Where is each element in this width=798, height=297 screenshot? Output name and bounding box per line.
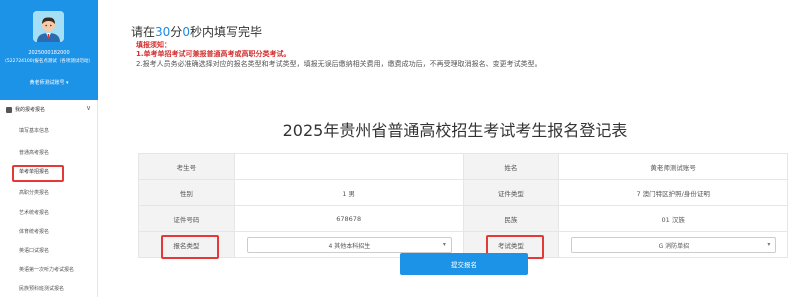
sidebar-item-label: 英语口试报名	[19, 248, 50, 254]
sidebar-item-art-exam[interactable]: 艺术统考报名	[0, 205, 98, 221]
sidebar-item-label: 填写基本信息	[19, 128, 50, 134]
form-title: 2025年贵州省普通高校招生考试考生报名登记表	[282, 121, 628, 140]
exam-type-select[interactable]: G 消防单招 ▾	[571, 237, 777, 253]
user-avatar-icon	[33, 11, 64, 42]
timer-minutes: 30	[155, 25, 171, 39]
field-label: 证件类型	[463, 180, 560, 206]
timer-seconds: 0	[182, 25, 190, 39]
caret-down-icon: ▾	[442, 241, 446, 248]
sidebar-item-label: 艺术统考报名	[19, 210, 50, 216]
field-value: 黄老师测试账号	[559, 154, 788, 180]
timer-prefix: 请在	[131, 25, 156, 39]
sidebar-item-label: 体育统考报名	[19, 229, 50, 235]
sidebar-item-basic-info[interactable]: 填写基本信息	[0, 123, 98, 139]
submit-registration-button[interactable]: 提交报名	[400, 253, 528, 275]
select-value: G 消防单招	[658, 242, 690, 250]
sidebar-item-label: 民族预科班测试报名	[19, 286, 65, 292]
table-row: 性别 1 男 证件类型 7 澳门特区护照/身份证明	[139, 180, 788, 206]
sidebar-item-general-exam[interactable]: 普通高考报名	[0, 145, 98, 161]
profile-account-menu[interactable]: 黄老师测试账号 ▾	[0, 80, 98, 87]
countdown-timer: 请在30分0秒内填写完毕	[131, 23, 262, 40]
field-label: 证件号码	[139, 206, 235, 232]
registration-type-label: 报名类型	[139, 232, 235, 259]
profile-school: (522724100)报名点测试（各项测试勿动）	[5, 59, 93, 64]
nav-group-my-registration[interactable]: 我的报考报名 ∨	[0, 103, 98, 117]
sidebar: 2025000182000 (522724100)报名点测试（各项测试勿动） 黄…	[0, 0, 98, 297]
field-label: 考生号	[139, 154, 235, 180]
registration-type-select[interactable]: 4 其他本科招生 ▾	[246, 237, 452, 253]
timer-minute-unit: 分	[170, 25, 183, 39]
avatar	[33, 11, 64, 42]
sidebar-item-label: 普通高考报名	[19, 150, 50, 156]
profile-panel: 2025000182000 (522724100)报名点测试（各项测试勿动） 黄…	[0, 0, 98, 100]
notice-line-1: 1.单考单招考试可兼报普通高考或高职分类考试。	[136, 50, 291, 58]
field-value: 01 汉族	[559, 206, 788, 232]
sidebar-item-english-oral[interactable]: 英语口试报名	[0, 243, 98, 259]
field-label: 考试类型	[497, 241, 524, 250]
sidebar-item-vocational[interactable]: 高职分类报名	[0, 185, 98, 201]
field-value	[234, 154, 464, 180]
sidebar-item-ethnic-prep[interactable]: 民族预科班测试报名	[0, 281, 98, 297]
sidebar-item-single-exam[interactable]: 单考单招报名	[0, 164, 98, 182]
field-value: G 消防单招 ▾	[559, 232, 788, 258]
sidebar-item-label: 单考单招报名	[19, 169, 50, 175]
sidebar-item-sports-exam[interactable]: 体育统考报名	[0, 224, 98, 240]
field-label: 民族	[463, 206, 560, 232]
notice-line-2: 2.报考人员务必准确选择对应的报名类型和考试类型，填报无误后缴纳相关费用，缴费成…	[136, 60, 542, 68]
field-value: 678678	[234, 206, 464, 232]
table-row: 证件号码 678678 民族 01 汉族	[139, 206, 788, 232]
field-value: 1 男	[234, 180, 464, 206]
nav-group-label: 我的报考报名	[15, 107, 46, 113]
field-label: 性别	[139, 180, 235, 206]
sidebar-item-label: 英语第一次听力考试报名	[19, 267, 75, 273]
chevron-down-icon: ∨	[86, 104, 92, 112]
timer-suffix: 秒内填写完毕	[189, 25, 262, 39]
grid-icon	[6, 107, 12, 113]
table-row: 考生号 姓名 黄老师测试账号	[139, 154, 788, 180]
field-label: 姓名	[463, 154, 560, 180]
registration-table: 考生号 姓名 黄老师测试账号 性别 1 男 证件类型 7 澳门特区护照/身份证明…	[138, 153, 788, 259]
field-label: 报名类型	[173, 241, 200, 250]
sidebar-item-english-listening[interactable]: 英语第一次听力考试报名	[0, 262, 98, 278]
field-value: 7 澳门特区护照/身份证明	[559, 180, 788, 206]
profile-id: 2025000182000	[28, 50, 70, 56]
select-value: 4 其他本科招生	[328, 242, 371, 250]
caret-down-icon: ▾	[767, 241, 771, 248]
sidebar-item-label: 高职分类报名	[19, 190, 50, 196]
